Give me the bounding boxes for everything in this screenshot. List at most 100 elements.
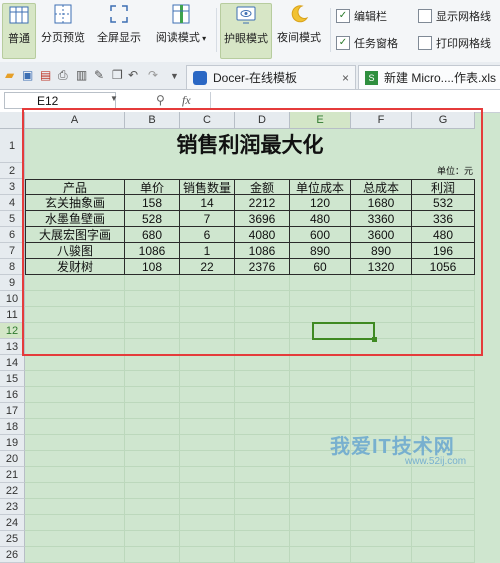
empty-cell[interactable] [25, 403, 125, 419]
table-cell[interactable]: 1086 [125, 243, 180, 259]
row-header-3[interactable]: 3 [0, 179, 25, 195]
empty-cell[interactable] [180, 323, 235, 339]
empty-cell[interactable] [412, 387, 475, 403]
row-header-25[interactable]: 25 [0, 531, 25, 547]
page-break-preview-button[interactable]: 分页预览 [38, 3, 88, 57]
row-header-10[interactable]: 10 [0, 291, 25, 307]
table-cell[interactable]: 60 [290, 259, 351, 275]
empty-cell[interactable] [290, 515, 351, 531]
close-icon[interactable]: × [342, 71, 349, 85]
empty-cell[interactable] [351, 307, 412, 323]
empty-cell[interactable] [290, 339, 351, 355]
empty-cell[interactable] [235, 483, 290, 499]
formula-bar-checkbox[interactable]: ✓ 编辑栏 [336, 8, 387, 24]
empty-cell[interactable] [180, 419, 235, 435]
empty-cell[interactable] [125, 531, 180, 547]
empty-cell[interactable] [351, 403, 412, 419]
empty-cell[interactable] [290, 387, 351, 403]
empty-cell[interactable] [290, 499, 351, 515]
empty-cell[interactable] [180, 371, 235, 387]
empty-cell[interactable] [125, 483, 180, 499]
table-cell[interactable]: 发财树 [25, 259, 125, 275]
empty-cell[interactable] [412, 275, 475, 291]
empty-cell[interactable] [235, 291, 290, 307]
name-box[interactable]: E12 [4, 92, 116, 109]
table-cell[interactable]: 2212 [235, 195, 290, 211]
empty-cell[interactable] [412, 499, 475, 515]
empty-cell[interactable] [351, 371, 412, 387]
table-cell[interactable]: 480 [290, 211, 351, 227]
table-cell[interactable]: 680 [125, 227, 180, 243]
table-cell[interactable]: 890 [351, 243, 412, 259]
empty-cell[interactable] [351, 275, 412, 291]
empty-cell[interactable] [290, 467, 351, 483]
empty-cell[interactable] [125, 291, 180, 307]
table-cell[interactable]: 890 [290, 243, 351, 259]
empty-cell[interactable] [25, 419, 125, 435]
row-header-23[interactable]: 23 [0, 499, 25, 515]
table-cell[interactable]: 600 [290, 227, 351, 243]
empty-cell[interactable] [25, 467, 125, 483]
empty-cell[interactable] [125, 547, 180, 563]
active-cell-selection[interactable] [312, 322, 377, 342]
show-gridlines-checkbox[interactable]: 显示网格线 [418, 8, 491, 24]
table-cell[interactable]: 7 [180, 211, 235, 227]
empty-cell[interactable] [180, 499, 235, 515]
table-cell[interactable]: 3360 [351, 211, 412, 227]
empty-cell[interactable] [235, 467, 290, 483]
empty-cell[interactable] [235, 275, 290, 291]
empty-cell[interactable] [180, 339, 235, 355]
row-header-22[interactable]: 22 [0, 483, 25, 499]
empty-cell[interactable] [235, 419, 290, 435]
eye-protection-mode-button[interactable]: 护眼模式 [220, 3, 272, 59]
empty-cell[interactable] [412, 371, 475, 387]
row-header-14[interactable]: 14 [0, 355, 25, 371]
table-header-cell[interactable]: 总成本 [351, 179, 412, 195]
empty-cell[interactable] [235, 403, 290, 419]
row-header-11[interactable]: 11 [0, 307, 25, 323]
table-cell[interactable]: 22 [180, 259, 235, 275]
empty-cell[interactable] [235, 435, 290, 451]
print-icon[interactable]: ⎙ [58, 68, 68, 83]
redo-icon[interactable]: ↷ [148, 68, 158, 82]
empty-cell[interactable] [25, 371, 125, 387]
empty-cell[interactable] [351, 547, 412, 563]
empty-cell[interactable] [351, 515, 412, 531]
table-cell[interactable]: 1086 [235, 243, 290, 259]
row-header-5[interactable]: 5 [0, 211, 25, 227]
reading-mode-button[interactable]: 阅读模式 ▾ [150, 3, 212, 57]
empty-cell[interactable] [235, 355, 290, 371]
table-header-cell[interactable]: 单价 [125, 179, 180, 195]
insert-function-icon[interactable]: fx [182, 93, 191, 108]
empty-cell[interactable] [180, 435, 235, 451]
row-header-18[interactable]: 18 [0, 419, 25, 435]
empty-cell[interactable] [125, 451, 180, 467]
table-cell[interactable]: 3696 [235, 211, 290, 227]
table-cell[interactable]: 1680 [351, 195, 412, 211]
empty-cell[interactable] [412, 307, 475, 323]
empty-cell[interactable] [125, 499, 180, 515]
column-header-C[interactable]: C [180, 112, 235, 129]
row-header-16[interactable]: 16 [0, 387, 25, 403]
table-header-cell[interactable]: 产品 [25, 179, 125, 195]
empty-cell[interactable] [180, 355, 235, 371]
table-cell[interactable]: 大展宏图字画 [25, 227, 125, 243]
formula-input[interactable] [210, 92, 499, 109]
empty-cell[interactable] [25, 355, 125, 371]
column-header-A[interactable]: A [25, 112, 125, 129]
empty-cell[interactable] [235, 323, 290, 339]
row-header-13[interactable]: 13 [0, 339, 25, 355]
print-preview-icon[interactable]: ▥ [76, 68, 87, 82]
empty-cell[interactable] [235, 499, 290, 515]
table-cell[interactable]: 196 [412, 243, 475, 259]
empty-cell[interactable] [125, 323, 180, 339]
empty-cell[interactable] [25, 291, 125, 307]
full-screen-button[interactable]: 全屏显示 [94, 3, 144, 57]
empty-cell[interactable] [25, 515, 125, 531]
table-header-cell[interactable]: 单位成本 [290, 179, 351, 195]
column-header-F[interactable]: F [351, 112, 412, 129]
zoom-magnifier-icon[interactable]: ⚲ [156, 93, 165, 107]
unit-note[interactable]: 单位：元 [351, 163, 473, 179]
empty-cell[interactable] [351, 291, 412, 307]
table-header-cell[interactable]: 金额 [235, 179, 290, 195]
